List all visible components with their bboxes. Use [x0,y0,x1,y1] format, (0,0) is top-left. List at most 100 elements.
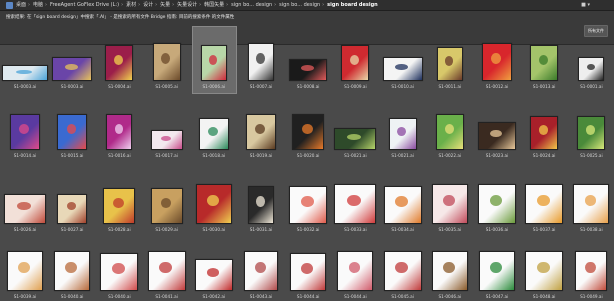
artwork-shape [113,197,124,208]
thumbnail-item[interactable]: S1-0012.ai [472,26,522,92]
thumbnail-item[interactable]: S1-0041.ai [142,233,192,299]
breadcrumb-item[interactable]: 素材 › [126,0,140,10]
artwork-shape [66,123,77,134]
thumbnail-item[interactable]: S1-0001.ai [566,26,614,92]
thumbnail-item[interactable]: S1-0033.ai [330,166,380,232]
thumbnail-item[interactable]: S1-0027.ai [47,166,97,232]
thumbnail-item[interactable]: S1-0044.ai [330,233,380,299]
thumbnail-image [194,259,233,291]
thumbnail-filename: S1-0034.ai [391,227,414,232]
thumbnail-item[interactable]: S1-0043.ai [236,233,286,299]
breadcrumb-item[interactable]: 桌面 › [16,0,30,10]
artwork-shape [395,196,408,207]
thumbnail-item[interactable]: S1-0017.ai [142,92,192,158]
thumbnail-item[interactable]: S1-0028.ai [94,166,144,232]
thumbnail-item[interactable]: S1-0040.ai [47,233,97,299]
thumbnail-item[interactable]: S1-0019.ai [236,92,286,158]
breadcrumb-item[interactable]: sign bo... design › [279,0,324,10]
thumbnail-item[interactable]: S1-0008.ai [283,26,333,92]
thumbnail-image [575,251,608,291]
thumbnail-item[interactable]: S1-0045.ai [378,233,428,299]
thumbnail-item[interactable]: S1-0029.ai [142,166,192,232]
thumbnail-image [10,114,40,150]
thumbnail-item[interactable]: S1-0048.ai [519,233,569,299]
thumbnail-item[interactable]: S1-0023.ai [472,92,522,158]
thumbnail-filename: S1-0032.ai [296,227,320,232]
thumbnail-item[interactable]: S1-0021.ai [378,92,428,158]
thumbnail-image [482,43,512,81]
thumbnail-item[interactable]: S1-0016.ai [94,92,144,158]
thumbnail-item[interactable]: S1-0024.ai [519,92,569,158]
thumbnail-image [435,114,464,150]
thumbnail-item[interactable]: S1-0038.ai [566,166,614,232]
thumbnail-item[interactable]: S1-0042.ai [189,233,239,299]
thumbnail-item[interactable]: S1-0025.ai [566,92,614,158]
thumbnail-item[interactable]: S1-0010.ai [378,26,428,92]
thumbnail-item[interactable]: S1-0047.ai [472,233,522,299]
thumbnail-item[interactable]: S1-0007.ai [236,26,286,92]
thumbnail-item[interactable]: S1-0020.ai [283,92,333,158]
artwork-shape [160,197,172,208]
thumbnail-image [525,251,564,291]
thumbnail-filename: S1-0021.ai [391,153,414,158]
thumbnail-image [195,184,232,224]
thumbnail-item[interactable]: S1-0036.ai [472,166,522,232]
breadcrumb-item[interactable]: 矢量 › [160,0,174,10]
thumbnail-item[interactable]: S1-0013.ai [519,26,569,92]
breadcrumb-item[interactable]: sign bo... design › [231,0,276,10]
artwork-shape [114,54,124,65]
view-options[interactable]: ■ ▾ [581,0,590,10]
thumbnail-filename: S1-0038.ai [580,227,603,232]
breadcrumb-item-label: 矢量设计 [177,1,198,8]
thumbnail-item[interactable]: S1-0011.ai [425,26,475,92]
breadcrumb-item[interactable]: FreeAgent GoFlex Drive (L:) › [50,0,123,10]
thumbnail-item[interactable]: S1-0039.ai [0,233,50,299]
thumbnail-filename: S1-0005.ai [155,84,178,89]
thumbnail-item[interactable]: S1-0005.ai [142,26,192,92]
thumbnail-item[interactable]: S1-0015.ai [47,92,97,158]
thumbnail-filename: S1-0019.ai [249,153,273,158]
thumbnail-item[interactable]: S1-0044.ai [283,233,333,299]
thumbnail-item[interactable]: S1-0003.ai [47,26,97,92]
artwork-shape [302,123,313,134]
thumbnail-image [248,43,274,81]
thumbnail-item[interactable]: S1-0037.ai [519,166,569,232]
artwork-shape [255,123,266,134]
thumbnail-filename: S1-0011.ai [438,84,462,89]
artwork-shape [300,65,314,71]
thumbnail-item[interactable]: S1-0046.ai [425,233,475,299]
thumbnail-item[interactable]: S1-0035.ai [425,166,475,232]
breadcrumb-item[interactable]: 设计 › [143,0,157,10]
thumbnail-item[interactable]: S1-0006.ai [189,26,239,94]
thumbnail-item[interactable]: S1-0004.ai [94,26,144,92]
thumbnail-item[interactable]: S1-0022.ai [425,92,475,158]
breadcrumb-item[interactable]: sign board design [327,0,378,10]
thumbnail-item[interactable]: S1-0049.ai [566,233,614,299]
artwork-shape [160,135,172,141]
thumbnail-item[interactable]: S1-0026.ai [0,166,50,232]
breadcrumb-item[interactable]: 韩国矢量 › [204,0,228,10]
breadcrumb-item[interactable]: 电脑 › [33,0,47,10]
thumbnail-image [292,114,325,150]
thumbnail-item[interactable]: S1-0003.ai [0,26,50,92]
artwork-shape [256,53,265,64]
thumbnail-image [290,253,327,291]
thumbnail-item[interactable]: S1-0009.ai [330,26,380,92]
thumbnail-item[interactable]: S1-0021.ai [330,92,380,158]
artwork-shape [112,263,125,274]
thumbnail-item[interactable]: S1-0014.ai [0,92,50,158]
thumbnail-item[interactable]: S1-0030.ai [189,166,239,232]
thumbnail-item[interactable]: S1-0031.ai [236,166,286,232]
breadcrumb-item-label: sign board design [327,1,378,8]
thumbnail-image [431,251,468,291]
thumbnail-item[interactable]: S1-0018.ai [189,92,239,158]
artwork-shape [301,263,314,274]
thumbnail-item[interactable]: S1-0032.ai [283,166,333,232]
thumbnail-image [150,188,183,224]
thumbnail-filename: S1-0009.ai [344,84,367,89]
thumbnail-item[interactable]: S1-0034.ai [378,166,428,232]
thumbnail-item[interactable]: S1-0040.ai [94,233,144,299]
breadcrumb-item[interactable]: 矢量设计 › [177,0,201,10]
artwork-shape [18,261,31,273]
artwork-shape [394,63,409,71]
